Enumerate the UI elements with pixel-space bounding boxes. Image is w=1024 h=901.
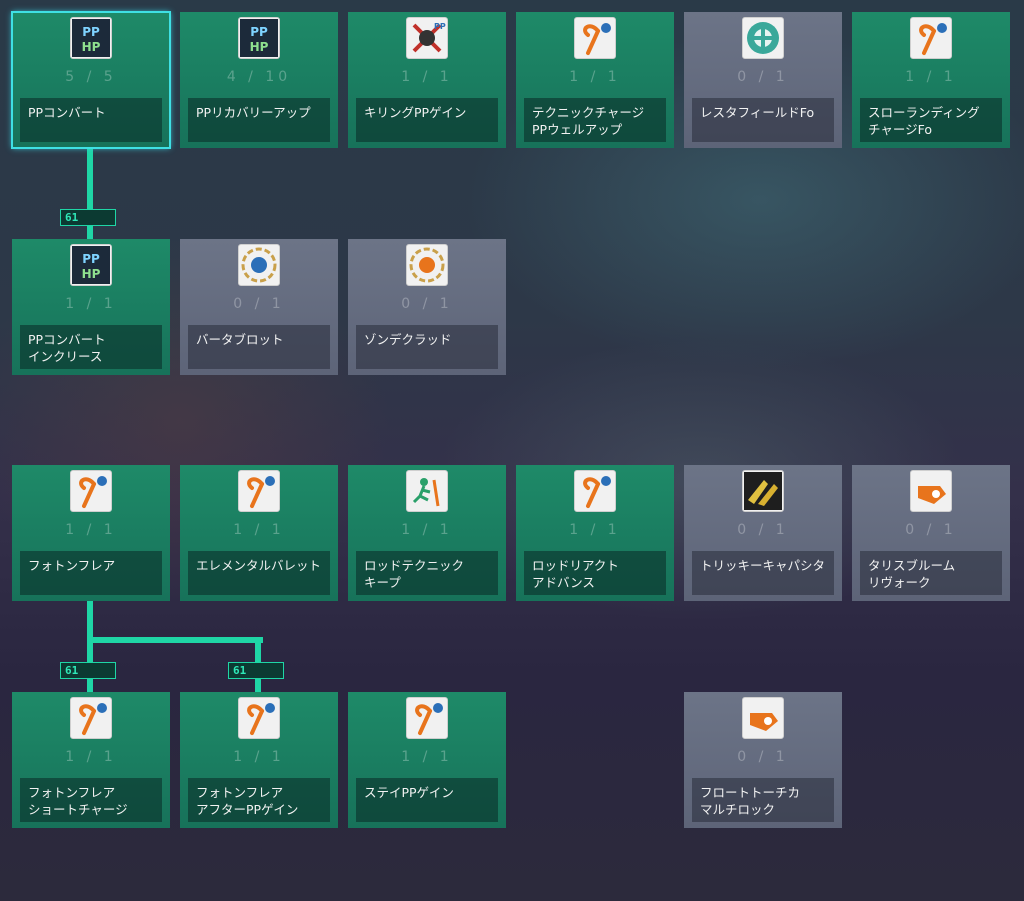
skill-level-count: 5 / 5	[65, 69, 117, 85]
zonde-clad-icon	[406, 244, 448, 286]
svg-text:PP: PP	[82, 252, 100, 266]
skill-level-count: 1 / 1	[569, 522, 621, 538]
skill-name: エレメンタルバレット	[188, 551, 330, 595]
slow-landing-charge-icon	[910, 17, 952, 59]
skill-level-count: 1 / 1	[401, 522, 453, 538]
skill-name: タリスブルーム リヴォーク	[860, 551, 1002, 595]
connector-line	[87, 601, 93, 693]
skill-level-count: 1 / 1	[401, 69, 453, 85]
skill-node[interactable]: PP HP 4 / 10 PPリカバリーアップ	[180, 12, 338, 148]
skill-node[interactable]: 1 / 1 フォトンフレア アフターPPゲイン	[180, 692, 338, 828]
skill-level-count: 1 / 1	[905, 69, 957, 85]
skill-level-count: 1 / 1	[65, 522, 117, 538]
skill-node[interactable]: 1 / 1 スローランディング チャージFo	[852, 12, 1010, 148]
skill-node[interactable]: 1 / 1 フォトンフレア	[12, 465, 170, 601]
skill-name: フォトンフレア アフターPPゲイン	[188, 778, 330, 822]
skill-level-count: 1 / 1	[65, 749, 117, 765]
pp-recovery-up-icon: PP HP	[238, 17, 280, 59]
skill-name: フォトンフレア	[20, 551, 162, 595]
skill-node[interactable]: 1 / 1 エレメンタルバレット	[180, 465, 338, 601]
stay-pp-gain-icon	[406, 697, 448, 739]
skill-level-count: 0 / 1	[905, 522, 957, 538]
skill-name: ゾンデクラッド	[356, 325, 498, 369]
skill-node[interactable]: PP HP 1 / 1 PPコンバート インクリース	[12, 239, 170, 375]
pp-convert-increase-icon: PP HP	[70, 244, 112, 286]
skill-name: テクニックチャージ PPウェルアップ	[524, 98, 666, 142]
resta-field-icon	[742, 17, 784, 59]
svg-text:PP: PP	[250, 25, 268, 39]
connector-line	[87, 637, 263, 643]
skill-name: スローランディング チャージFo	[860, 98, 1002, 142]
skill-name: PPコンバート インクリース	[20, 325, 162, 369]
photon-flare-short-charge-icon	[70, 697, 112, 739]
float-torchka-multilock-icon	[742, 697, 784, 739]
level-requirement-badge: 61	[60, 209, 116, 226]
skill-node[interactable]: 0 / 1 レスタフィールドFo	[684, 12, 842, 148]
skill-node[interactable]: 0 / 1 ゾンデクラッド	[348, 239, 506, 375]
skill-level-count: 0 / 1	[737, 69, 789, 85]
skill-node[interactable]: 1 / 1 フォトンフレア ショートチャージ	[12, 692, 170, 828]
skill-name: フォトンフレア ショートチャージ	[20, 778, 162, 822]
svg-text:HP: HP	[82, 40, 101, 54]
skill-node[interactable]: 1 / 1 テクニックチャージ PPウェルアップ	[516, 12, 674, 148]
skill-level-count: 1 / 1	[65, 296, 117, 312]
skill-name: ロッドリアクト アドバンス	[524, 551, 666, 595]
skill-level-count: 1 / 1	[233, 522, 285, 538]
talis-bloom-revoke-icon	[910, 470, 952, 512]
skill-name: PPコンバート	[20, 98, 162, 142]
skill-node[interactable]: 1 / 1 ロッドリアクト アドバンス	[516, 465, 674, 601]
svg-text:HP: HP	[82, 267, 101, 281]
connector-line	[87, 148, 93, 240]
skill-level-count: 1 / 1	[569, 69, 621, 85]
skill-node[interactable]: PP 1 / 1 キリングPPゲイン	[348, 12, 506, 148]
skill-name: フロートトーチカ マルチロック	[692, 778, 834, 822]
skill-name: トリッキーキャパシタ	[692, 551, 834, 595]
svg-text:PP: PP	[82, 25, 100, 39]
skill-level-count: 1 / 1	[233, 749, 285, 765]
skill-node[interactable]: PP HP 5 / 5 PPコンバート	[11, 11, 171, 149]
svg-text:HP: HP	[250, 40, 269, 54]
elemental-bullet-icon	[238, 470, 280, 512]
skill-node[interactable]: 0 / 1 バータブロット	[180, 239, 338, 375]
skill-level-count: 0 / 1	[737, 522, 789, 538]
skill-name: PPリカバリーアップ	[188, 98, 330, 142]
technique-charge-pp-icon	[574, 17, 616, 59]
skill-node[interactable]: 1 / 1 ロッドテクニック キープ	[348, 465, 506, 601]
pp-convert-icon: PP HP	[70, 17, 112, 59]
rod-react-advance-icon	[574, 470, 616, 512]
skill-node[interactable]: 0 / 1 タリスブルーム リヴォーク	[852, 465, 1010, 601]
photon-flare-after-pp-icon	[238, 697, 280, 739]
barta-blot-icon	[238, 244, 280, 286]
skill-node[interactable]: 1 / 1 ステイPPゲイン	[348, 692, 506, 828]
level-requirement-badge: 61	[228, 662, 284, 679]
skill-level-count: 0 / 1	[233, 296, 285, 312]
skill-name: ロッドテクニック キープ	[356, 551, 498, 595]
skill-level-count: 1 / 1	[401, 749, 453, 765]
killing-pp-gain-icon: PP	[406, 17, 448, 59]
skill-name: バータブロット	[188, 325, 330, 369]
skill-name: レスタフィールドFo	[692, 98, 834, 142]
level-requirement-badge: 61	[60, 662, 116, 679]
photon-flare-icon	[70, 470, 112, 512]
skill-level-count: 4 / 10	[226, 69, 292, 85]
skill-name: キリングPPゲイン	[356, 98, 498, 142]
skill-node[interactable]: 0 / 1 フロートトーチカ マルチロック	[684, 692, 842, 828]
rod-technique-keep-icon	[406, 470, 448, 512]
svg-text:PP: PP	[434, 22, 446, 31]
skill-name: ステイPPゲイン	[356, 778, 498, 822]
tricky-capacitor-icon	[742, 470, 784, 512]
skill-level-count: 0 / 1	[401, 296, 453, 312]
skill-node[interactable]: 0 / 1 トリッキーキャパシタ	[684, 465, 842, 601]
skill-level-count: 0 / 1	[737, 749, 789, 765]
